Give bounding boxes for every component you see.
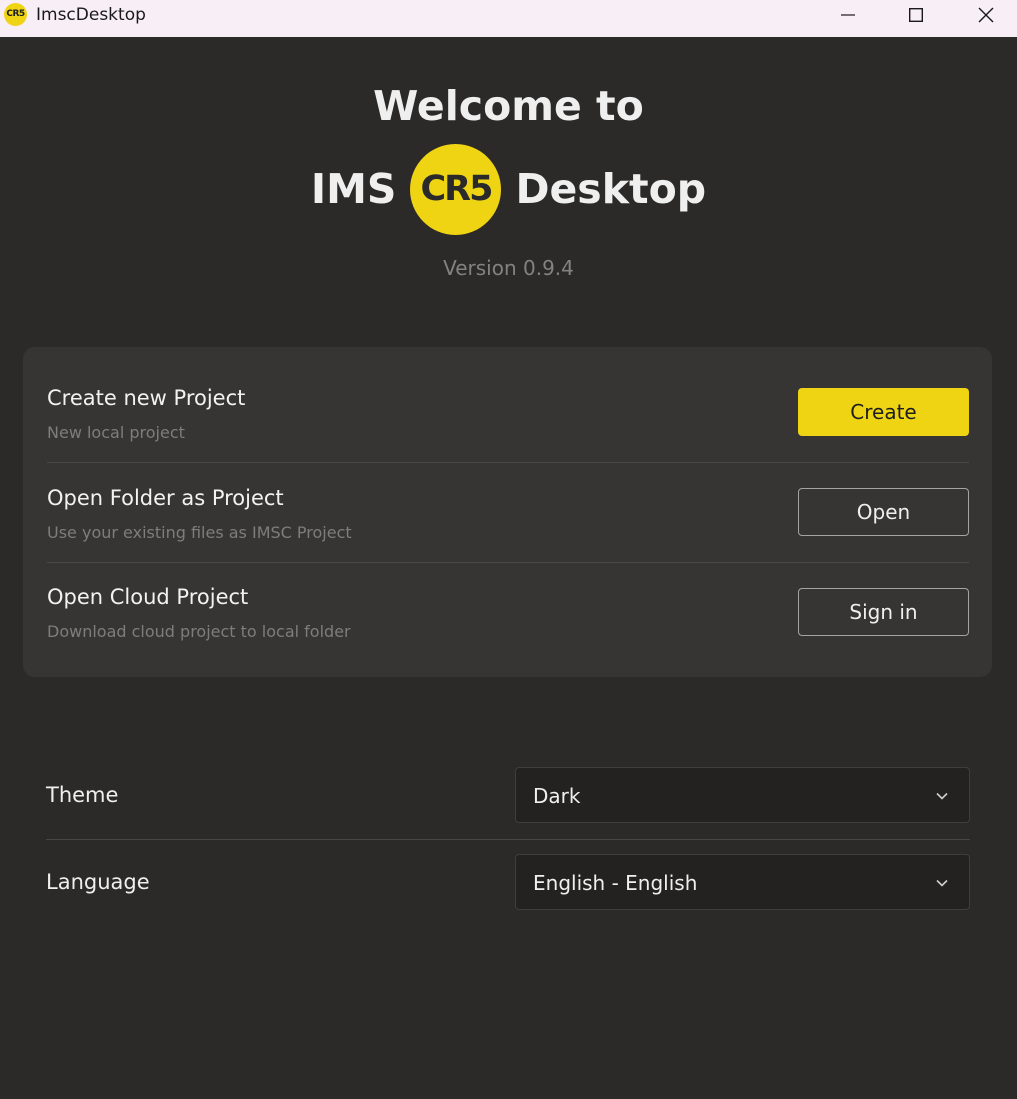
chevron-down-icon — [936, 792, 948, 800]
create-button[interactable]: Create — [798, 388, 969, 436]
action-title: Open Folder as Project — [47, 486, 284, 510]
sign-in-button[interactable]: Sign in — [798, 588, 969, 636]
theme-select[interactable]: Dark — [515, 767, 970, 823]
brand-left-text: IMS — [310, 165, 397, 213]
brand-heading: IMS CR5 Desktop — [0, 142, 1017, 236]
action-subtitle: Download cloud project to local folder — [47, 622, 351, 641]
cr5-logo-icon: CR5 — [410, 143, 502, 235]
action-title: Create new Project — [47, 386, 246, 410]
window-titlebar: CR5 ImscDesktop — [0, 0, 1017, 37]
window-title: ImscDesktop — [36, 5, 146, 25]
language-label: Language — [46, 870, 150, 894]
language-setting-row: Language English - English — [46, 839, 970, 926]
action-row-create: Create new Project New local project Cre… — [47, 363, 969, 463]
theme-select-value: Dark — [533, 784, 581, 808]
close-button[interactable] — [957, 0, 1015, 30]
welcome-heading: Welcome to — [373, 82, 644, 130]
action-row-open-folder: Open Folder as Project Use your existing… — [47, 463, 969, 563]
theme-setting-row: Theme Dark — [46, 752, 970, 840]
action-subtitle: Use your existing files as IMSC Project — [47, 523, 352, 542]
close-icon — [978, 7, 994, 23]
language-select[interactable]: English - English — [515, 854, 970, 910]
action-title: Open Cloud Project — [47, 585, 249, 609]
project-actions-card: Create new Project New local project Cre… — [23, 347, 992, 677]
minimize-icon — [841, 14, 855, 16]
brand-right-text: Desktop — [515, 165, 707, 213]
chevron-down-icon — [936, 879, 948, 887]
action-subtitle: New local project — [47, 423, 185, 442]
maximize-button[interactable] — [887, 0, 945, 30]
open-button[interactable]: Open — [798, 488, 969, 536]
minimize-button[interactable] — [819, 0, 877, 30]
action-row-cloud: Open Cloud Project Download cloud projec… — [47, 562, 969, 661]
theme-label: Theme — [46, 783, 119, 807]
language-select-value: English - English — [533, 871, 698, 895]
maximize-icon — [909, 8, 923, 22]
app-logo-icon: CR5 — [4, 3, 27, 26]
version-label: Version 0.9.4 — [443, 256, 574, 280]
